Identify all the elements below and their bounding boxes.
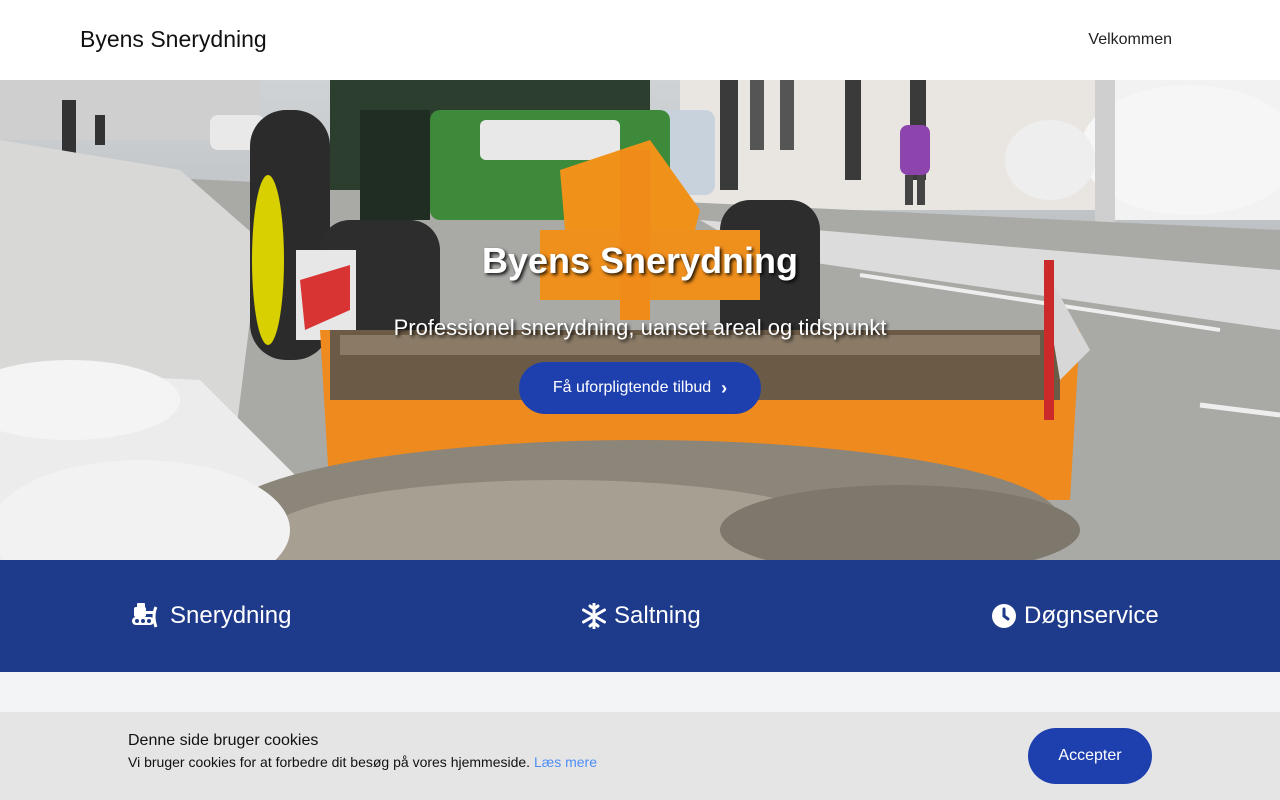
cookie-message: Vi bruger cookies for at forbedre dit be… [128, 754, 531, 770]
hero-subtitle: Professionel snerydning, uanset areal og… [393, 315, 887, 340]
service-label: Saltning [614, 602, 701, 629]
brand-logo-text[interactable]: Byens Snerydning [80, 26, 267, 53]
get-quote-button[interactable]: Få uforpligtende tilbud › [519, 362, 761, 414]
cookie-text-row: Vi bruger cookies for at forbedre dit be… [128, 754, 597, 770]
snow-plow-icon [132, 603, 158, 628]
service-label: Døgnservice [1024, 602, 1159, 629]
services-bar: Snerydning Saltning Døgnservice [0, 560, 1280, 672]
hero-title: Byens Snerydning [481, 240, 799, 281]
clock-icon [992, 604, 1016, 628]
read-more-link[interactable]: Læs mere [534, 754, 597, 770]
service-snerydning: Snerydning [132, 600, 291, 632]
nav-link-velkommen[interactable]: Velkommen [1088, 31, 1172, 49]
cookie-banner: Denne side bruger cookies Vi bruger cook… [0, 712, 1280, 800]
snowflake-icon [582, 603, 606, 629]
accept-cookies-button[interactable]: Accepter [1028, 728, 1152, 784]
service-label: Snerydning [170, 602, 292, 629]
get-quote-label: Få uforpligtende tilbud [552, 379, 712, 396]
service-dognservice: Døgnservice [992, 600, 1159, 632]
cookie-title: Denne side bruger cookies [128, 732, 319, 749]
top-navbar: Byens Snerydning Velkommen [0, 0, 1280, 80]
chevron-right-icon: › [721, 377, 728, 398]
service-saltning: Saltning [582, 600, 701, 632]
hero-section: Byens Snerydning Professionel snerydning… [0, 80, 1280, 560]
